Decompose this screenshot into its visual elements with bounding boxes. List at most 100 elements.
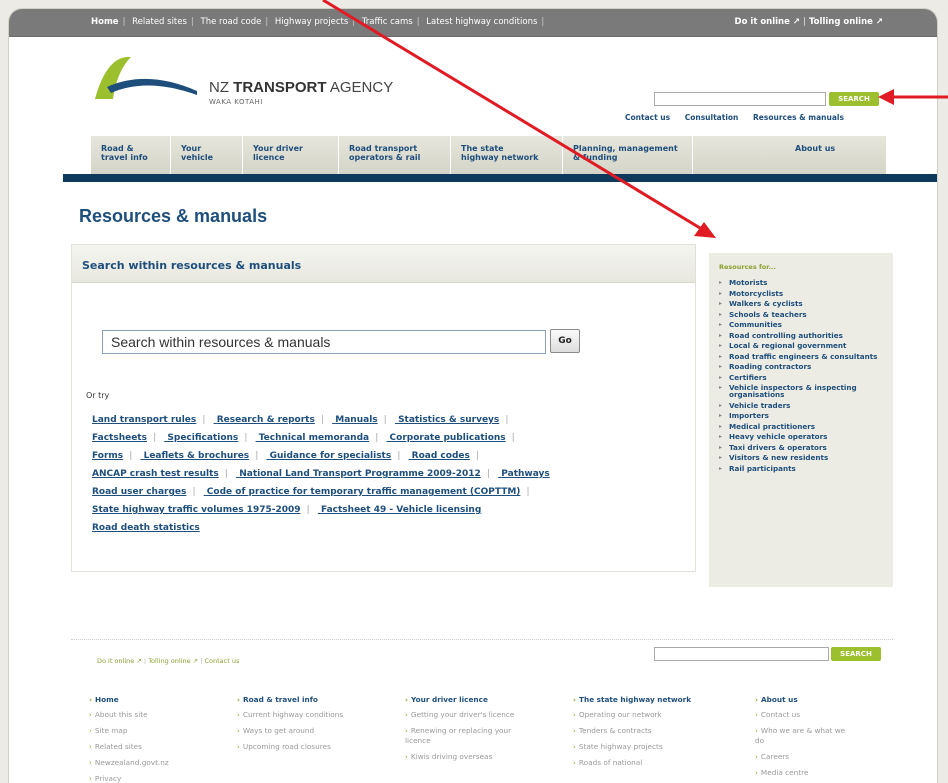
sidebar-item[interactable]: Roading contractors [719, 363, 883, 370]
link-guidance-specialists[interactable]: Guidance for specialists [270, 451, 392, 461]
link-ancap-results[interactable]: ANCAP crash test results [92, 469, 219, 479]
link-land-transport-rules[interactable]: Land transport rules [92, 415, 196, 425]
header-search-input[interactable] [654, 92, 826, 106]
footer-tolling-online[interactable]: Tolling online [148, 657, 190, 665]
or-try-label: Or try [86, 391, 110, 400]
top-link-related-sites[interactable]: Related sites [132, 17, 187, 27]
sidebar-item[interactable]: Communities [719, 321, 883, 328]
top-links: Home | Related sites | The road code | High… [91, 17, 545, 27]
external-arrow-icon: ↗ [136, 657, 142, 665]
link-factsheets[interactable]: Factsheets [92, 433, 147, 443]
footer-column-home: › Home › About this site › Site map › Relate… [89, 695, 169, 783]
external-arrow-icon: ↗ [875, 17, 883, 27]
footer-search-button[interactable]: SEARCH [831, 647, 881, 661]
sidebar-item[interactable]: Walkers & cyclists [719, 300, 883, 307]
sidebar-item[interactable]: Schools & teachers [719, 310, 883, 317]
search-panel: Search within resources & manuals Search… [71, 244, 696, 572]
link-research-reports[interactable]: Research & reports [217, 415, 315, 425]
external-arrow-icon: ↗ [792, 17, 800, 27]
nav-tab-driver-licence[interactable]: Your driver licence [243, 136, 339, 174]
link-manuals[interactable]: Manuals [335, 415, 377, 425]
top-link-latest-conditions[interactable]: Latest highway conditions [426, 17, 537, 27]
link-road-user-charges[interactable]: Road user charges [92, 487, 186, 497]
footer-contact-us[interactable]: Contact us [204, 657, 239, 665]
link-leaflets-brochures[interactable]: Leaflets & brochures [144, 451, 250, 461]
nav-tab-your-vehicle[interactable]: Your vehicle [171, 136, 243, 174]
link-road-death-statistics[interactable]: Road death statistics [92, 523, 200, 533]
sidebar-item[interactable]: Road traffic engineers & consultants [719, 352, 883, 359]
top-link-highway-projects[interactable]: Highway projects [275, 17, 348, 27]
footer-column-road-travel: › Road & travel info › Current highway con… [237, 695, 344, 751]
links-row: Factsheets | Specifications | Technical me… [92, 433, 515, 443]
sidebar-item[interactable]: Road controlling authorities [719, 331, 883, 338]
footer-column-driver-licence: › Your driver licence › Getting your drive… [405, 695, 515, 761]
search-panel-header: Search within resources & manuals [72, 245, 695, 283]
links-row: State highway traffic volumes 1975-2009 |… [92, 505, 482, 515]
top-utility-bar: Home | Related sites | The road code | High… [9, 9, 937, 37]
resources-for-sidebar: Resources for... Motorists Motorcyclists… [709, 253, 893, 587]
page-title: Resources & manuals [79, 206, 268, 226]
sidebar-item[interactable]: Motorcyclists [719, 289, 883, 296]
tolling-online-link[interactable]: Tolling online [809, 17, 873, 27]
link-specifications[interactable]: Specifications [167, 433, 238, 443]
external-arrow-icon: ↗ [192, 657, 199, 665]
link-pathways[interactable]: Pathways [501, 469, 549, 479]
nav-tab-planning[interactable]: Planning, management & funding [563, 136, 693, 174]
sidebar-item[interactable]: Heavy vehicle operators [719, 433, 883, 440]
link-copttm[interactable]: Code of practice for temporary traffic m… [207, 487, 521, 497]
footer-divider [71, 639, 893, 640]
contact-us-link[interactable]: Contact us [625, 113, 670, 122]
browser-frame: Home | Related sites | The road code | High… [8, 8, 938, 783]
link-forms[interactable]: Forms [92, 451, 123, 461]
link-road-codes[interactable]: Road codes [412, 451, 470, 461]
sidebar-item[interactable]: Importers [719, 412, 883, 419]
sidebar-item[interactable]: Vehicle traders [719, 401, 883, 408]
consultation-link[interactable]: Consultation [685, 113, 739, 122]
nav-tab-road-travel[interactable]: Road & travel info [91, 136, 171, 174]
main-nav: Road & travel info Your vehicle Your drive… [91, 136, 887, 174]
footer-column-about-us: › About us › Contact us › Who we are & what… [755, 695, 846, 777]
top-link-home[interactable]: Home [91, 17, 119, 27]
link-technical-memoranda[interactable]: Technical memoranda [259, 433, 369, 443]
top-right-links: Do it online ↗ | Tolling online ↗ [734, 17, 883, 27]
search-panel-heading: Search within resources & manuals [82, 259, 302, 272]
brand-subtitle: WAKA KOTAHI [209, 98, 263, 106]
sidebar-item[interactable]: Medical practitioners [719, 422, 883, 429]
nav-tab-state-highway[interactable]: The state highway network [451, 136, 563, 174]
links-row: Forms | Leaflets & brochures | Guidance fo… [92, 451, 480, 461]
brand-name: NZ TRANSPORT AGENCY [209, 79, 394, 96]
nav-tab-about-us[interactable]: About us [693, 136, 887, 174]
sidebar-item[interactable]: Rail participants [719, 464, 883, 471]
footer-column-state-highway: › The state highway network › Operating ou… [573, 695, 692, 767]
go-button[interactable]: Go [550, 329, 580, 353]
link-nltp[interactable]: National Land Transport Programme 2009-2… [239, 469, 481, 479]
resources-search-input[interactable]: Search within resources & manuals [102, 330, 546, 354]
resources-manuals-link[interactable]: Resources & manuals [753, 113, 844, 122]
sidebar-heading: Resources for... [719, 263, 776, 271]
link-statistics-surveys[interactable]: Statistics & surveys [398, 415, 499, 425]
links-row: ANCAP crash test results | National Land … [92, 469, 550, 479]
footer-search-input[interactable] [654, 647, 829, 661]
nav-tab-operators-rail[interactable]: Road transport operators & rail [339, 136, 451, 174]
sidebar-item[interactable]: Local & regional government [719, 342, 883, 349]
link-corporate-publications[interactable]: Corporate publications [390, 433, 506, 443]
utility-links: Contact us Consultation Resources & manu… [625, 113, 856, 122]
links-row: Land transport rules | Research & reports… [92, 415, 509, 425]
link-traffic-volumes[interactable]: State highway traffic volumes 1975-2009 [92, 505, 301, 515]
nav-underline [63, 174, 937, 182]
footer-do-it-online[interactable]: Do it online [97, 657, 134, 665]
footer-utility-links: Do it online ↗ | Tolling online ↗ | Cont… [97, 657, 240, 665]
sidebar-item[interactable]: Motorists [719, 279, 883, 286]
nzta-logo-icon[interactable] [87, 51, 207, 103]
header-search-button[interactable]: SEARCH [829, 92, 879, 106]
top-link-road-code[interactable]: The road code [201, 17, 262, 27]
sidebar-item[interactable]: Vehicle inspectors & inspecting organisa… [719, 384, 883, 398]
links-row: Road user charges | Code of practice for … [92, 487, 530, 497]
sidebar-item[interactable]: Visitors & new residents [719, 454, 883, 461]
top-link-traffic-cams[interactable]: Traffic cams [362, 17, 413, 27]
link-factsheet-49[interactable]: Factsheet 49 - Vehicle licensing [321, 505, 481, 515]
links-row: Road death statistics [92, 523, 206, 533]
sidebar-item[interactable]: Certifiers [719, 373, 883, 380]
do-it-online-link[interactable]: Do it online [735, 17, 790, 27]
sidebar-item[interactable]: Taxi drivers & operators [719, 443, 883, 450]
